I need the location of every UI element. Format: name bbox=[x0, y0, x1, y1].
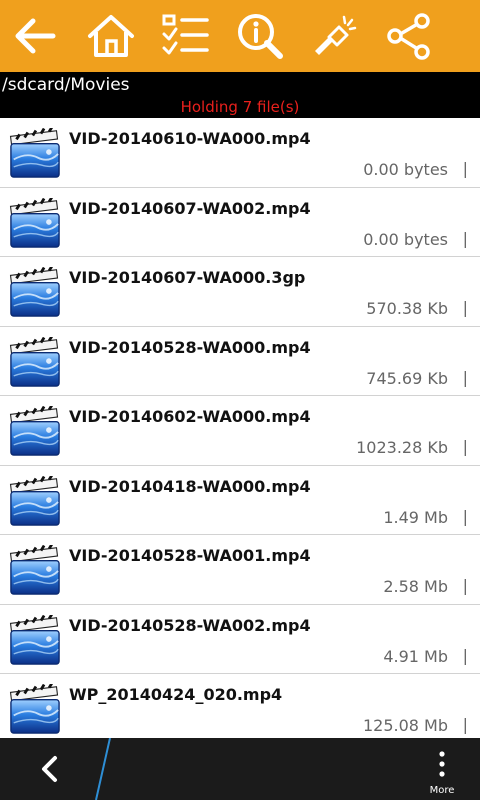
file-name: VID-20140418-WA000.mp4 bbox=[69, 476, 311, 496]
select-files-button[interactable] bbox=[153, 6, 217, 66]
video-file-icon bbox=[9, 336, 61, 387]
row-separator: | bbox=[462, 645, 468, 665]
video-file-icon bbox=[9, 197, 61, 248]
file-size: 125.08 Mb bbox=[362, 716, 448, 735]
row-separator: | bbox=[462, 298, 468, 317]
more-menu-button[interactable]: More bbox=[416, 738, 468, 800]
holding-count: Holding 7 file(s) bbox=[180, 98, 300, 116]
file-name: VID-20140528-WA000.mp4 bbox=[69, 337, 311, 357]
file-name: VID-20140607-WA002.mp4 bbox=[69, 198, 311, 218]
file-row[interactable]: VID-20140602-WA000.mp4 1023.28 Kb | bbox=[0, 396, 480, 466]
file-row[interactable]: VID-20140607-WA000.3gp 570.38 Kb | bbox=[0, 257, 480, 327]
overflow-dots-icon bbox=[439, 751, 445, 777]
video-file-icon bbox=[9, 614, 61, 665]
flashlight-icon bbox=[315, 15, 357, 55]
file-row[interactable]: VID-20140610-WA000.mp4 0.00 bytes | bbox=[0, 118, 480, 188]
file-row[interactable]: VID-20140418-WA000.mp4 1.49 Mb | bbox=[0, 466, 480, 535]
current-path: /sdcard/Movies bbox=[2, 75, 130, 95]
action-toolbar bbox=[0, 0, 480, 72]
nav-back-button[interactable] bbox=[0, 738, 100, 800]
video-file-icon bbox=[9, 545, 61, 595]
file-size: 745.69 Kb bbox=[366, 368, 448, 388]
file-size: 1.49 Mb bbox=[383, 507, 448, 527]
file-name: VID-20140610-WA000.mp4 bbox=[69, 129, 311, 148]
video-file-icon bbox=[9, 267, 61, 317]
back-button[interactable] bbox=[3, 6, 67, 66]
bottom-nav-bar: More bbox=[0, 738, 480, 800]
video-file-icon bbox=[9, 128, 61, 178]
row-separator: | bbox=[462, 228, 468, 248]
more-label: More bbox=[429, 785, 455, 796]
back-arrow-icon bbox=[15, 18, 56, 54]
flashlight-button[interactable] bbox=[302, 6, 366, 66]
file-row[interactable]: VID-20140528-WA002.mp4 4.91 Mb | bbox=[0, 605, 480, 674]
home-icon bbox=[88, 15, 134, 57]
file-row[interactable]: VID-20140607-WA002.mp4 0.00 bytes | bbox=[0, 188, 480, 257]
chevron-left-icon bbox=[42, 756, 57, 782]
file-size: 1023.28 Kb bbox=[356, 438, 448, 457]
file-row[interactable]: VID-20140528-WA000.mp4 745.69 Kb | bbox=[0, 327, 480, 396]
row-separator: | bbox=[462, 715, 468, 734]
file-size: 0.00 bytes bbox=[363, 160, 448, 179]
video-file-icon bbox=[9, 684, 61, 734]
file-name: VID-20140602-WA000.mp4 bbox=[69, 407, 311, 426]
home-button[interactable] bbox=[79, 6, 143, 66]
row-separator: | bbox=[462, 576, 468, 595]
checklist-icon bbox=[162, 14, 209, 55]
row-separator: | bbox=[462, 437, 468, 456]
row-separator: | bbox=[462, 506, 468, 526]
share-icon bbox=[387, 13, 430, 60]
path-bar: /sdcard/Movies Holding 7 file(s) bbox=[0, 72, 480, 118]
file-row[interactable]: VID-20140528-WA001.mp4 2.58 Mb | bbox=[0, 535, 480, 605]
file-size: 4.91 Mb bbox=[383, 646, 448, 666]
file-name: VID-20140607-WA000.3gp bbox=[69, 268, 306, 287]
file-name: VID-20140528-WA001.mp4 bbox=[69, 546, 311, 565]
file-name: VID-20140528-WA002.mp4 bbox=[69, 615, 311, 635]
row-separator: | bbox=[462, 367, 468, 387]
file-size: 0.00 bytes bbox=[363, 229, 448, 249]
file-row[interactable]: WP_20140424_020.mp4 125.08 Mb | bbox=[0, 674, 480, 738]
video-file-icon bbox=[9, 475, 61, 526]
info-icon bbox=[238, 14, 283, 59]
share-button[interactable] bbox=[376, 6, 440, 66]
file-list: VID-20140610-WA000.mp4 0.00 bytes | VID-… bbox=[0, 118, 480, 738]
row-separator: | bbox=[462, 159, 468, 178]
file-name: WP_20140424_020.mp4 bbox=[69, 685, 283, 704]
file-size: 2.58 Mb bbox=[383, 577, 448, 596]
info-button[interactable] bbox=[228, 6, 292, 66]
video-file-icon bbox=[9, 406, 61, 456]
file-size: 570.38 Kb bbox=[366, 299, 448, 318]
